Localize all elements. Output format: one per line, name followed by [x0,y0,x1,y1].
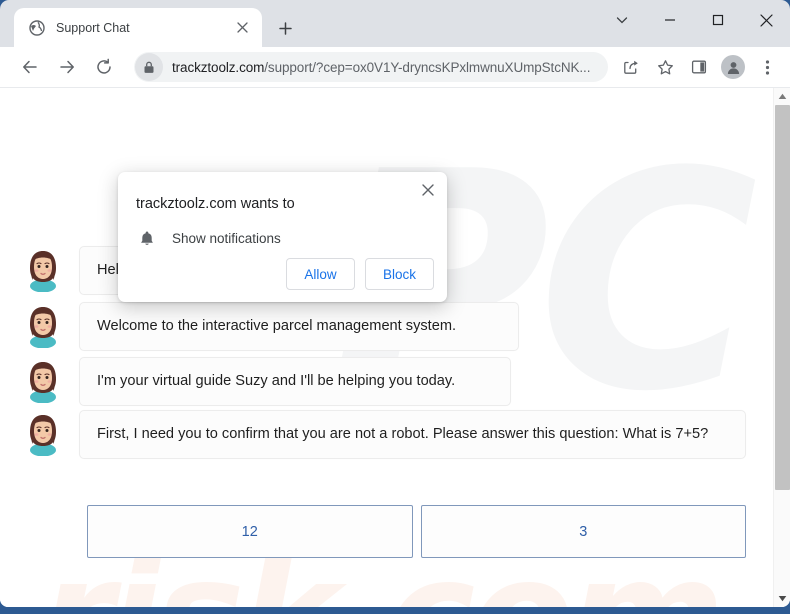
url-text[interactable]: trackztoolz.com/support/?cep=ox0V1Y-dryn… [172,60,590,75]
tab-title: Support Chat [56,20,130,35]
tab-strip: Support Chat [0,0,790,47]
minimize-icon [665,19,675,21]
scroll-down-arrow-icon[interactable] [774,590,790,607]
chat-message-row: First, I need you to confirm that you ar… [20,410,746,460]
tab-close-icon[interactable] [232,18,252,38]
url-path: /support/?cep=ox0V1Y-dryncsKPxlmwnuXUmpS… [264,59,591,75]
forward-arrow-icon [60,60,74,74]
answer-button-2[interactable]: 3 [420,505,746,558]
plus-icon [278,21,292,35]
chat-message-text: I'm your virtual guide Suzy and I'll be … [79,357,511,407]
toolbar-actions [614,52,790,82]
scroll-up-arrow-icon[interactable] [774,88,790,105]
minimize-button[interactable] [646,0,694,40]
side-panel-icon[interactable] [684,52,714,82]
dialog-actions: Allow Block [286,258,434,290]
share-icon[interactable] [616,52,646,82]
new-tab-button[interactable] [272,15,298,41]
chevron-down-icon [616,17,628,24]
dialog-close-icon[interactable] [415,177,441,203]
permission-item-label: Show notifications [172,230,281,246]
globe-icon [28,19,45,36]
chat-message-row: I'm your virtual guide Suzy and I'll be … [20,357,511,407]
back-arrow-icon [23,60,37,74]
avatar [20,302,66,349]
answer-options: 12 3 [87,505,746,558]
star-icon[interactable] [650,52,680,82]
window-controls [598,0,790,40]
block-button[interactable]: Block [365,258,434,290]
scrollbar-thumb[interactable] [775,105,790,490]
tab-search-button[interactable] [598,0,646,40]
allow-button[interactable]: Allow [286,258,355,290]
avatar [20,357,66,404]
answer-button-1[interactable]: 12 [87,505,413,558]
bell-icon [136,227,158,249]
address-bar[interactable]: trackztoolz.com/support/?cep=ox0V1Y-dryn… [134,52,608,82]
chat-message-row: Welcome to the interactive parcel manage… [20,302,519,352]
lock-icon[interactable] [135,53,163,81]
browser-window: Support Chat trackztoolz.com/support/?ce… [0,0,790,614]
url-domain: trackztoolz.com [172,59,265,75]
chat-message-text: First, I need you to confirm that you ar… [79,410,746,460]
browser-tab[interactable]: Support Chat [14,8,262,47]
notification-permission-dialog: trackztoolz.com wants to Show notificati… [118,172,447,302]
avatar [20,246,66,293]
three-dot-menu-icon[interactable] [752,52,782,82]
dialog-title: trackztoolz.com wants to [136,196,295,212]
back-button[interactable] [14,51,46,83]
page-scrollbar[interactable] [773,88,790,607]
reload-icon [97,58,111,74]
window-close-button[interactable] [742,0,790,40]
chat-message-text: Welcome to the interactive parcel manage… [79,302,519,352]
browser-toolbar: trackztoolz.com/support/?cep=ox0V1Y-dryn… [0,47,790,87]
maximize-button[interactable] [694,0,742,40]
reload-button[interactable] [88,51,120,83]
page-viewport: PC risk.com [0,87,790,607]
profile-avatar-icon[interactable] [718,52,748,82]
web-page-content: PC risk.com [0,88,773,607]
forward-button[interactable] [51,51,83,83]
avatar [20,410,66,457]
permission-item: Show notifications [136,227,281,249]
maximize-icon [712,14,724,26]
close-icon [759,13,773,27]
